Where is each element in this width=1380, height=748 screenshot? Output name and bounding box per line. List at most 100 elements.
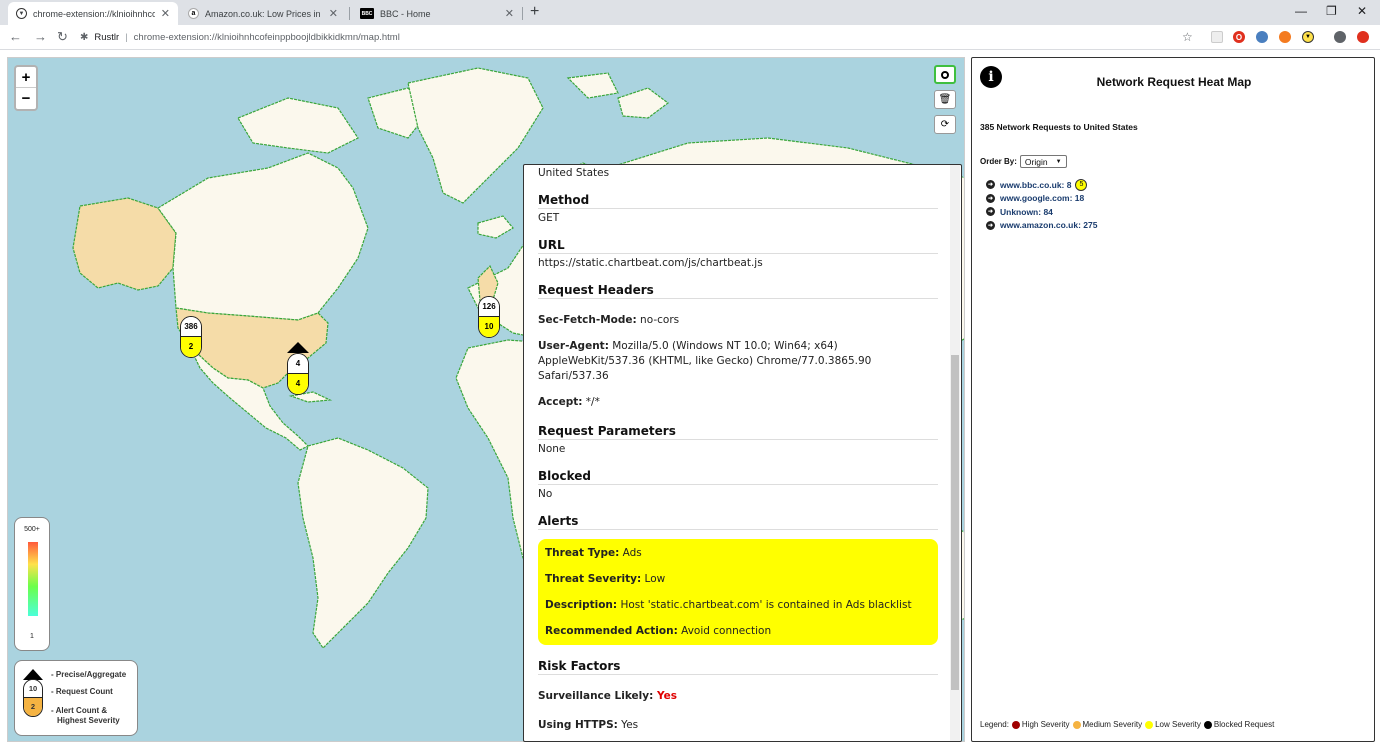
risk-factors-heading: Risk Factors	[538, 659, 938, 675]
details-scrollbar-thumb[interactable]	[951, 355, 959, 690]
zoom-in-button[interactable]: +	[16, 67, 36, 88]
reload-icon[interactable]: ↻	[57, 29, 68, 45]
tab-close-icon[interactable]: ✕	[505, 7, 514, 20]
omnibox-separator: |	[125, 32, 128, 43]
request-count-summary: 385 Network Requests to United States	[980, 122, 1138, 132]
amazon-icon: a	[188, 8, 199, 19]
legend-blocked: Blocked Request	[1213, 720, 1275, 729]
detail-country: United States	[538, 167, 610, 179]
tab-title: chrome-extension://klnioihnhcof	[33, 8, 155, 19]
puzzle-icon: ✱	[80, 32, 89, 43]
method-value: GET	[538, 212, 560, 224]
request-parameters-heading: Request Parameters	[538, 424, 938, 440]
origin-label: Unknown: 84	[1000, 206, 1053, 217]
marker-request-count: 4	[288, 354, 308, 374]
details-content: United States Method GET URL https://sta…	[538, 165, 938, 733]
window-close-icon[interactable]: ✕	[1357, 4, 1367, 18]
map-marker-florida[interactable]: 4 4	[287, 353, 309, 395]
extension-name: Rustlr	[94, 32, 120, 43]
zoom-control: + −	[14, 65, 38, 111]
origin-item-bbc[interactable]: ➜ www.bbc.co.uk: 8 5	[986, 178, 1097, 192]
origin-item-amazon[interactable]: ➜ www.amazon.co.uk: 275	[986, 219, 1097, 233]
request-details-popup[interactable]: United States Method GET URL https://sta…	[523, 164, 962, 742]
severity-legend: Legend: High Severity Medium Severity Lo…	[980, 720, 1274, 729]
order-by-control: Order By: Origin ▼	[980, 155, 1067, 168]
header-sec-fetch-mode: Sec-Fetch-Mode: no-cors	[538, 314, 680, 326]
scale-max-label: 500+	[24, 526, 40, 533]
marker-alert-count: 10	[479, 317, 499, 337]
legend-severity-label: Highest Severity	[57, 716, 120, 725]
heat-scale: 500+ 1	[14, 517, 50, 651]
origin-list: ➜ www.bbc.co.uk: 8 5 ➜ www.google.com: 1…	[986, 178, 1097, 232]
origin-item-google[interactable]: ➜ www.google.com: 18	[986, 192, 1097, 206]
expand-arrow-icon[interactable]: ➜	[986, 180, 995, 190]
opera-icon[interactable]: O	[1233, 31, 1245, 43]
rustlr-extension-icon[interactable]: ▼	[1302, 31, 1314, 43]
back-icon[interactable]: ←	[9, 29, 22, 44]
profile-icon[interactable]	[1334, 31, 1346, 43]
tab-extension-map[interactable]: ▼ chrome-extension://klnioihnhcof ✕	[8, 2, 178, 25]
tab-close-icon[interactable]: ✕	[329, 7, 338, 20]
blocked-heading: Blocked	[538, 469, 938, 485]
risk-https: Using HTTPS: Yes	[538, 719, 639, 731]
info-panel: i Network Request Heat Map 385 Network R…	[971, 57, 1375, 742]
alert-description: Description: Host 'static.chartbeat.com'…	[545, 599, 912, 611]
tab-amazon[interactable]: a Amazon.co.uk: Low Prices in Elec ✕	[180, 2, 346, 25]
extension-blank-icon[interactable]	[1211, 31, 1223, 43]
marker-alert-count: 4	[288, 374, 308, 394]
risk-surveillance: Surveillance Likely: Yes	[538, 690, 677, 702]
expand-arrow-icon[interactable]: ➜	[986, 220, 995, 230]
order-by-value: Origin	[1024, 156, 1048, 167]
map-marker-uk[interactable]: 126 10	[478, 296, 500, 338]
origin-label: www.google.com: 18	[1000, 193, 1085, 204]
minimize-icon[interactable]: —	[1295, 4, 1307, 18]
tab-close-icon[interactable]: ✕	[161, 7, 170, 20]
details-scrollbar[interactable]	[950, 165, 960, 741]
tab-bbc[interactable]: BBC BBC - Home ✕	[352, 2, 522, 25]
extension-orange-icon[interactable]	[1279, 31, 1291, 43]
url-heading: URL	[538, 238, 938, 254]
zoom-out-button[interactable]: −	[16, 88, 36, 109]
alert-threat-type: Threat Type: Ads	[545, 547, 642, 559]
blocked-request-dot	[1203, 720, 1212, 729]
shield-icon: ▼	[16, 8, 27, 19]
precise-marker-icon	[287, 342, 309, 353]
alert-recommended-action: Recommended Action: Avoid connection	[545, 625, 772, 637]
legend-sample-alerts: 2	[24, 698, 42, 716]
origin-item-unknown[interactable]: ➜ Unknown: 84	[986, 205, 1097, 219]
bookmark-star-icon[interactable]: ☆	[1182, 30, 1193, 44]
tab-bar: ▼ chrome-extension://klnioihnhcof ✕ a Am…	[0, 0, 1380, 25]
expand-arrow-icon[interactable]: ➜	[986, 207, 995, 217]
marker-alert-count: 2	[181, 337, 201, 357]
record-toggle-button[interactable]	[934, 65, 956, 84]
legend-precise-label: - Precise/Aggregate	[51, 670, 127, 679]
extension-globe-icon[interactable]	[1256, 31, 1268, 43]
tab-separator	[349, 7, 350, 20]
clear-button[interactable]: 🗑	[934, 90, 956, 109]
order-by-select[interactable]: Origin ▼	[1019, 155, 1067, 168]
trash-icon: 🗑	[938, 94, 952, 105]
new-tab-button[interactable]: +	[530, 3, 539, 21]
legend-high: High Severity	[1021, 720, 1070, 729]
legend-alert-label: - Alert Count &	[51, 706, 108, 715]
header-accept: Accept: */*	[538, 396, 600, 408]
bbc-icon: BBC	[360, 8, 374, 19]
tab-separator	[522, 7, 523, 20]
expand-arrow-icon[interactable]: ➜	[986, 193, 995, 203]
order-by-label: Order By:	[980, 157, 1017, 166]
marker-request-count: 126	[479, 297, 499, 317]
map-marker-usa[interactable]: 386 2	[180, 316, 202, 358]
restore-icon[interactable]: ❐	[1326, 4, 1337, 18]
scale-min-label: 1	[30, 633, 34, 640]
refresh-button[interactable]: ⟳	[934, 115, 956, 134]
address-bar[interactable]: ✱ Rustlr | chrome-extension://klnioihnhc…	[80, 28, 1180, 47]
legend-count-label: - Request Count	[51, 687, 113, 696]
legend-sample-count: 10	[24, 680, 42, 698]
alerts-heading: Alerts	[538, 514, 938, 530]
marker-legend: 10 2 - Precise/Aggregate - Request Count…	[14, 660, 138, 736]
alert-threat-severity: Threat Severity: Low	[545, 573, 666, 585]
legend-medium: Medium Severity	[1082, 720, 1143, 729]
legend-sample-marker: 10 2	[23, 679, 43, 717]
forward-icon[interactable]: →	[34, 29, 47, 44]
menu-icon[interactable]	[1357, 31, 1369, 43]
